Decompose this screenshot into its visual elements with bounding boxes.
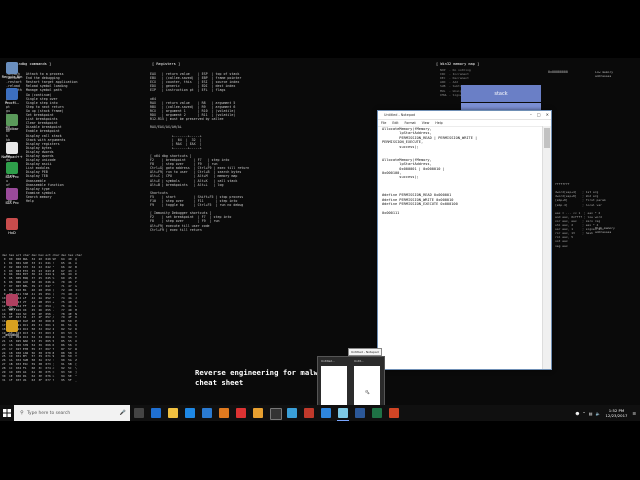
preview-thumbnail[interactable] bbox=[321, 366, 347, 409]
store-icon[interactable] bbox=[185, 408, 195, 418]
registers-block: EAX | return value | ESP | top of stack … bbox=[150, 72, 250, 232]
taskbar-preview[interactable]: Untitled... Untit... ⬁ bbox=[317, 356, 385, 412]
ppt-icon[interactable] bbox=[389, 408, 399, 418]
notepad-menubar: File Edit Format View Help bbox=[378, 120, 551, 127]
microphone-icon[interactable]: 🎤 bbox=[120, 410, 126, 416]
excel-icon[interactable] bbox=[372, 408, 382, 418]
folder-icon bbox=[6, 320, 18, 332]
desktop-icon[interactable]: Notepad++ bbox=[1, 142, 23, 159]
close-icon[interactable]: ✕ bbox=[546, 112, 549, 117]
explorer-icon[interactable] bbox=[168, 408, 178, 418]
settings-icon[interactable] bbox=[304, 408, 314, 418]
desktop-icon[interactable]: IDA Pro bbox=[1, 188, 23, 205]
notepad-titlebar[interactable]: Untitled - Notepad – □ ✕ bbox=[378, 111, 551, 120]
ascii-table: dec hex oct char dec hex oct char dec he… bbox=[2, 252, 83, 382]
chevron-up-icon[interactable]: ⌃ bbox=[582, 411, 585, 416]
desktop-icon[interactable]: IDA Pro bbox=[1, 162, 23, 179]
clock-date: 12/23/2017 bbox=[605, 413, 628, 418]
notepad-scrollbar[interactable]: ▴ bbox=[542, 126, 551, 369]
notepad-scroll-thumb[interactable] bbox=[544, 128, 550, 148]
windows-icon bbox=[3, 409, 11, 417]
menu-file[interactable]: File bbox=[381, 121, 386, 125]
low-memory-label: Low memory addresses bbox=[595, 70, 614, 79]
minimize-icon[interactable]: – bbox=[530, 112, 532, 117]
app-icon bbox=[6, 218, 18, 230]
mouse-cursor-icon: ⬁ bbox=[365, 389, 371, 396]
firefox-icon[interactable] bbox=[219, 408, 229, 418]
low-memory-address: 0x00000000 bbox=[548, 70, 568, 74]
task-view-icon[interactable] bbox=[134, 408, 144, 418]
preview-thumbnail[interactable] bbox=[354, 366, 380, 409]
notepad-icon[interactable] bbox=[287, 408, 297, 418]
right-notes-block: ffffffff dword[esp+4] ; 1st arg dword[es… bbox=[555, 182, 606, 248]
word-icon[interactable] bbox=[355, 408, 365, 418]
app-icon bbox=[6, 88, 18, 100]
preview-title: Untitled... bbox=[321, 359, 335, 363]
preview-tooltip: Untitled - Notepad bbox=[348, 348, 382, 356]
clock[interactable]: 1:52 PM 12/23/2017 bbox=[606, 408, 628, 418]
preview-title: Untit... bbox=[354, 359, 364, 363]
edge-icon[interactable] bbox=[151, 408, 161, 418]
app-icon bbox=[6, 162, 18, 174]
terminal-icon[interactable] bbox=[270, 408, 282, 420]
search-input[interactable]: Type here to search bbox=[27, 411, 70, 416]
stack-region: stack bbox=[461, 85, 541, 102]
start-button[interactable] bbox=[0, 405, 14, 421]
notepad-taskbar-button[interactable] bbox=[338, 408, 348, 418]
menu-view[interactable]: View bbox=[422, 121, 430, 125]
app-icon bbox=[6, 294, 18, 306]
desktop-icon[interactable]: HxD bbox=[1, 218, 23, 235]
registers-section-title: [ Registers ] bbox=[152, 62, 181, 66]
menu-format[interactable]: Format bbox=[405, 121, 416, 125]
mail-icon[interactable] bbox=[202, 408, 212, 418]
taskbar: ⚲ Type here to search 🎤 ☻ ⌃ ▤ 🔈 1:52 PM … bbox=[0, 405, 640, 421]
desktop-screen: [ Windbg commands ] .attach Attach to a … bbox=[0, 0, 640, 480]
system-tray: ☻ ⌃ ▤ 🔈 1:52 PM 12/23/2017 ☰ bbox=[575, 405, 640, 421]
desktop-icon[interactable]: Recycle Bin bbox=[1, 62, 23, 79]
notepad-app-icon bbox=[6, 142, 18, 154]
volume-icon[interactable]: 🔈 bbox=[596, 411, 601, 416]
chrome-icon[interactable] bbox=[236, 408, 246, 418]
desktop-icon[interactable]: Olly bbox=[1, 294, 23, 311]
desktop-icon[interactable]: ProcM... bbox=[1, 88, 23, 105]
paint-icon[interactable] bbox=[321, 408, 331, 418]
app-icon bbox=[6, 114, 18, 126]
active-indicator bbox=[337, 420, 349, 421]
recycle-bin-icon bbox=[6, 62, 18, 74]
menu-help[interactable]: Help bbox=[435, 121, 442, 125]
maximize-icon[interactable]: □ bbox=[537, 112, 541, 117]
network-icon[interactable]: ▤ bbox=[589, 411, 593, 416]
ida-pro-icon bbox=[6, 188, 18, 200]
notepad-window[interactable]: Untitled - Notepad – □ ✕ File Edit Forma… bbox=[377, 110, 552, 370]
menu-edit[interactable]: Edit bbox=[392, 121, 398, 125]
notifications-icon[interactable]: ☰ bbox=[632, 411, 636, 416]
search-app-icon[interactable] bbox=[253, 408, 263, 418]
desktop-icon[interactable]: x64dbg bbox=[1, 320, 23, 337]
people-icon[interactable]: ☻ bbox=[575, 411, 579, 416]
taskbar-search[interactable]: ⚲ Type here to search 🎤 bbox=[14, 405, 130, 421]
notepad-title: Untitled - Notepad bbox=[384, 113, 416, 117]
desktop-icon[interactable]: Toolbar bbox=[1, 114, 23, 131]
notepad-text-area[interactable]: AllocateMemory(fMemory, lpStartAddress, … bbox=[382, 127, 541, 365]
search-icon: ⚲ bbox=[20, 410, 24, 416]
